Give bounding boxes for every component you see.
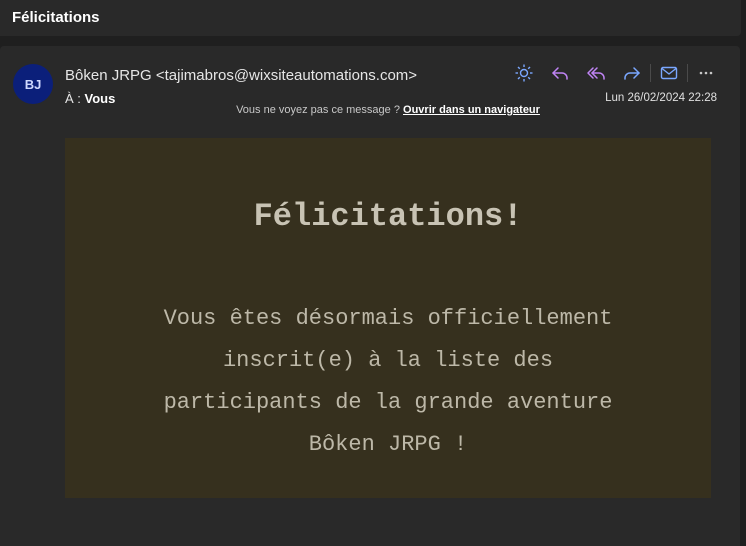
view-in-browser-notice: Vous ne voyez pas ce message ? Ouvrir da… (0, 104, 746, 116)
message-toolbar (506, 62, 724, 84)
reply-icon[interactable] (542, 62, 578, 84)
sender[interactable]: Bôken JRPG <tajimabros@wixsiteautomation… (65, 67, 417, 84)
email-subject: Félicitations (12, 9, 100, 26)
notice-text: Vous ne voyez pas ce message ? (236, 104, 400, 116)
more-icon[interactable] (688, 62, 724, 84)
mail-icon[interactable] (651, 62, 687, 84)
message-text: Vous êtes désormais officiellement inscr… (163, 306, 613, 457)
message-date: Lun 26/02/2024 22:28 (605, 92, 717, 104)
reply-all-icon[interactable] (578, 62, 614, 84)
message-body: Félicitations! Vous êtes désormais offic… (65, 138, 711, 498)
subject-bar: Félicitations (0, 0, 741, 36)
open-in-browser-link[interactable]: Ouvrir dans un navigateur (403, 104, 540, 116)
message-headline: Félicitations! (253, 198, 523, 235)
forward-icon[interactable] (614, 62, 650, 84)
sun-icon[interactable] (506, 62, 542, 84)
avatar[interactable]: BJ (13, 64, 53, 104)
